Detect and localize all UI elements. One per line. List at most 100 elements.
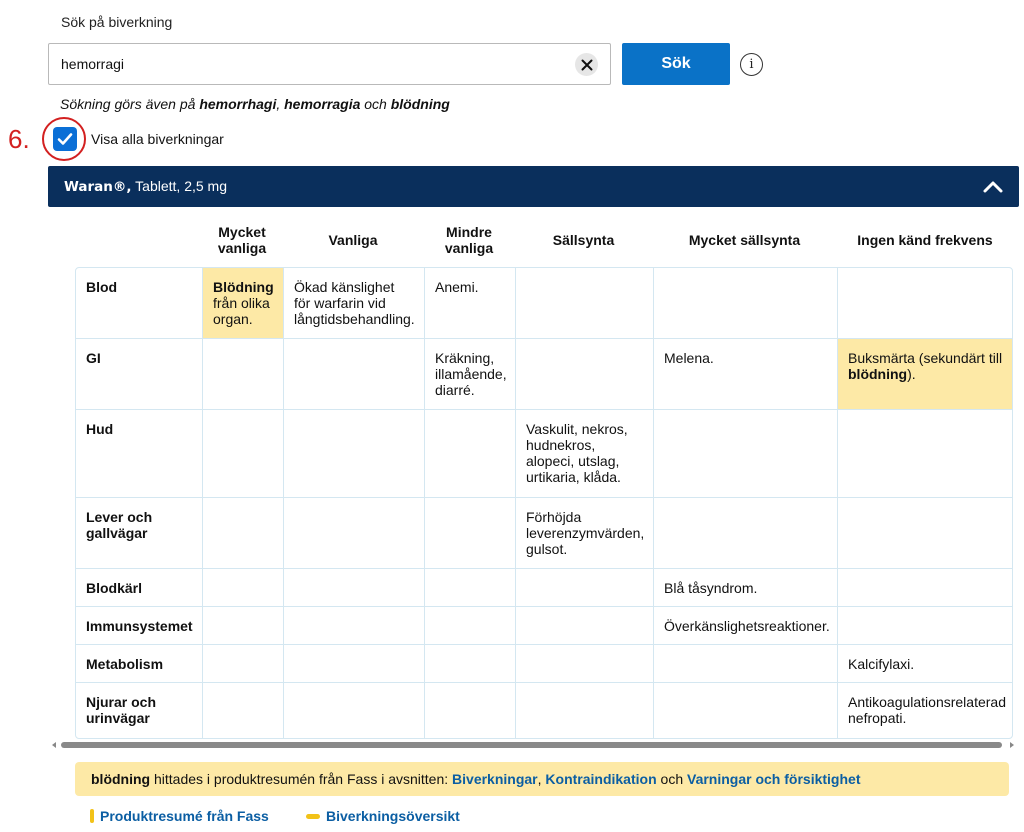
table-cell: Förhöjda leverenzymvärden, gulsot.: [516, 498, 654, 569]
search-button[interactable]: Sök: [622, 43, 730, 85]
table-cell: [654, 645, 838, 683]
footer-link-biverkningsoversikt[interactable]: Biverkningsöversikt: [306, 808, 460, 824]
link-kontraindikation[interactable]: Kontraindikation: [545, 771, 656, 787]
table-cell: [425, 607, 516, 645]
table-cell-highlighted: Blödning från olika organ.: [203, 268, 284, 339]
product-header[interactable]: Waran®, Tablett, 2,5 mg: [48, 166, 1019, 207]
table-cell: [284, 569, 425, 607]
table-cell: [284, 645, 425, 683]
show-all-checkbox[interactable]: [53, 127, 77, 151]
row-header: Metabolism: [76, 645, 203, 683]
table-cell: [203, 683, 284, 738]
table-cell: [284, 683, 425, 738]
table-cell: [425, 410, 516, 498]
table-cell: [516, 569, 654, 607]
search-note-term: hemorrhagi: [199, 96, 277, 112]
footer-link-produktresume[interactable]: Produktresumé från Fass: [90, 808, 269, 824]
footer-link-label[interactable]: Biverkningsöversikt: [326, 808, 460, 824]
search-result-banner: blödning hittades i produktresumén från …: [75, 762, 1009, 796]
table-cell: Melena.: [654, 339, 838, 410]
table-cell: [284, 498, 425, 569]
scroll-right-arrow-icon[interactable]: [1010, 742, 1014, 748]
search-note-prefix: Sökning görs även på: [60, 96, 200, 112]
row-header: Hud: [76, 410, 203, 498]
table-cell: [203, 498, 284, 569]
column-header: Sällsynta: [552, 232, 615, 248]
row-header: Blod: [76, 268, 203, 339]
table-cell: Ökad känslighet för warfarin vid långtid…: [284, 268, 425, 339]
highlight-term: Blödning: [213, 279, 274, 295]
table-cell: [284, 339, 425, 410]
row-header: Njurar och urinvägar: [76, 683, 203, 738]
column-header: Mindre vanliga: [444, 224, 494, 256]
table-cell: [425, 498, 516, 569]
table-cell: [203, 645, 284, 683]
table-cell: Vaskulit, nekros, hudnekros, alopeci, ut…: [516, 410, 654, 498]
table-cell: [516, 339, 654, 410]
table-cell: [203, 410, 284, 498]
column-header: Vanliga: [328, 232, 378, 248]
chevron-up-icon[interactable]: [981, 175, 1005, 199]
search-field-container[interactable]: [48, 43, 611, 85]
highlight-text: från olika organ.: [213, 295, 270, 327]
highlight-text: Buksmärta (sekundärt till: [848, 350, 1003, 366]
highlight-term: blödning: [848, 366, 908, 382]
link-varningar[interactable]: Varningar och försiktighet: [687, 771, 860, 787]
table-cell: [203, 607, 284, 645]
table-cell: [654, 498, 838, 569]
table-cell: [838, 569, 1012, 607]
table-cell: Kalcifylaxi.: [838, 645, 1012, 683]
search-input[interactable]: [61, 44, 561, 84]
table-cell: [203, 569, 284, 607]
search-label: Sök på biverkning: [61, 14, 173, 30]
highlight-text: ).: [907, 366, 916, 382]
table-cell: [425, 569, 516, 607]
table-cell: [516, 607, 654, 645]
footer-link-label[interactable]: Produktresumé från Fass: [100, 808, 269, 824]
link-biverkningar[interactable]: Biverkningar: [452, 771, 538, 787]
banner-text: hittades i produktresumén från Fass i av…: [150, 771, 453, 787]
column-header: Mycket vanliga: [217, 224, 267, 256]
table-cell: [654, 268, 838, 339]
row-header: GI: [76, 339, 203, 410]
column-header: Ingen känd frekvens: [857, 232, 993, 248]
search-note-sep: och: [360, 96, 391, 112]
table-cell: [284, 410, 425, 498]
table-cell: [203, 339, 284, 410]
step-annotation: 6.: [8, 124, 30, 154]
table-cell: [425, 683, 516, 738]
table-cell: Överkänslighetsreaktioner.: [654, 607, 838, 645]
table-cell: [516, 683, 654, 738]
column-header: Mycket sällsynta: [688, 232, 801, 248]
info-icon[interactable]: i: [740, 53, 763, 76]
product-title: Waran®, Tablett, 2,5 mg: [64, 178, 227, 195]
search-note-term: hemorragia: [284, 96, 361, 112]
table-cell: Blå tåsyndrom.: [654, 569, 838, 607]
banner-sep: och: [656, 771, 687, 787]
side-effects-table: Blod Blödning från olika organ. Ökad kän…: [75, 267, 1013, 739]
scroll-left-arrow-icon[interactable]: [52, 742, 56, 748]
marker-icon: [306, 813, 320, 819]
clear-icon[interactable]: [575, 53, 598, 76]
table-cell: [838, 410, 1012, 498]
search-note-term: blödning: [390, 96, 450, 112]
product-form: Tablett, 2,5 mg: [131, 178, 227, 194]
table-cell: [516, 268, 654, 339]
table-cell: [838, 268, 1012, 339]
table-cell: [284, 607, 425, 645]
table-cell-highlighted: Buksmärta (sekundärt till blödning).: [838, 339, 1012, 410]
table-cell: [425, 645, 516, 683]
table-cell: [654, 410, 838, 498]
table-cell: [516, 645, 654, 683]
product-brand: Waran®,: [64, 179, 132, 195]
table-cell: [654, 683, 838, 738]
table-cell: [838, 498, 1012, 569]
table-cell: [838, 607, 1012, 645]
row-header: Blodkärl: [76, 569, 203, 607]
row-header: Immunsystemet: [76, 607, 203, 645]
show-all-label[interactable]: Visa alla biverkningar: [91, 131, 224, 147]
search-note: Sökning görs även på hemorrhagi, hemorra…: [60, 96, 450, 112]
checkmark-icon: [57, 133, 73, 145]
horizontal-scrollbar[interactable]: [61, 742, 1002, 748]
table-cell: Kräkning, illamående, diarré.: [425, 339, 516, 410]
